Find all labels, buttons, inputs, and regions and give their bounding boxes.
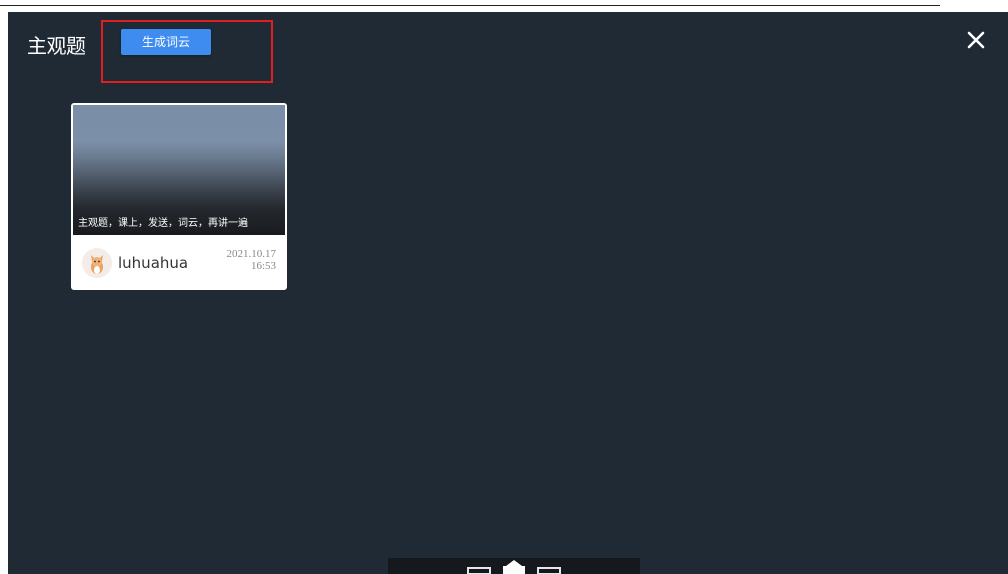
- timestamp-date: 2021.10.17: [226, 248, 277, 260]
- page-title: 主观题: [27, 34, 86, 58]
- timestamp-time: 16:53: [250, 260, 276, 272]
- expand-toolbar-icon[interactable]: [466, 560, 562, 574]
- avatar: [82, 248, 112, 278]
- close-icon[interactable]: [964, 28, 988, 52]
- timestamp: 2021.10.17 16:53: [227, 248, 277, 272]
- answer-card[interactable]: 主观题，课上，发送，词云，再讲一遍 luhuahua 2021.10.17 16…: [71, 103, 287, 290]
- answer-caption: 主观题，课上，发送，词云，再讲一遍: [78, 218, 248, 229]
- answer-image[interactable]: 主观题，课上，发送，词云，再讲一遍: [73, 105, 285, 235]
- bottom-toolbar: [388, 558, 640, 574]
- subjective-question-panel: 主观题 生成词云 主观题，课上，发送，词云，再讲一遍 luhuahua 2021…: [8, 12, 1008, 574]
- avatar-cat-icon: [82, 248, 112, 278]
- highlight-annotation-box: [101, 20, 273, 83]
- username: luhuahua: [118, 254, 189, 272]
- top-divider: [0, 5, 940, 6]
